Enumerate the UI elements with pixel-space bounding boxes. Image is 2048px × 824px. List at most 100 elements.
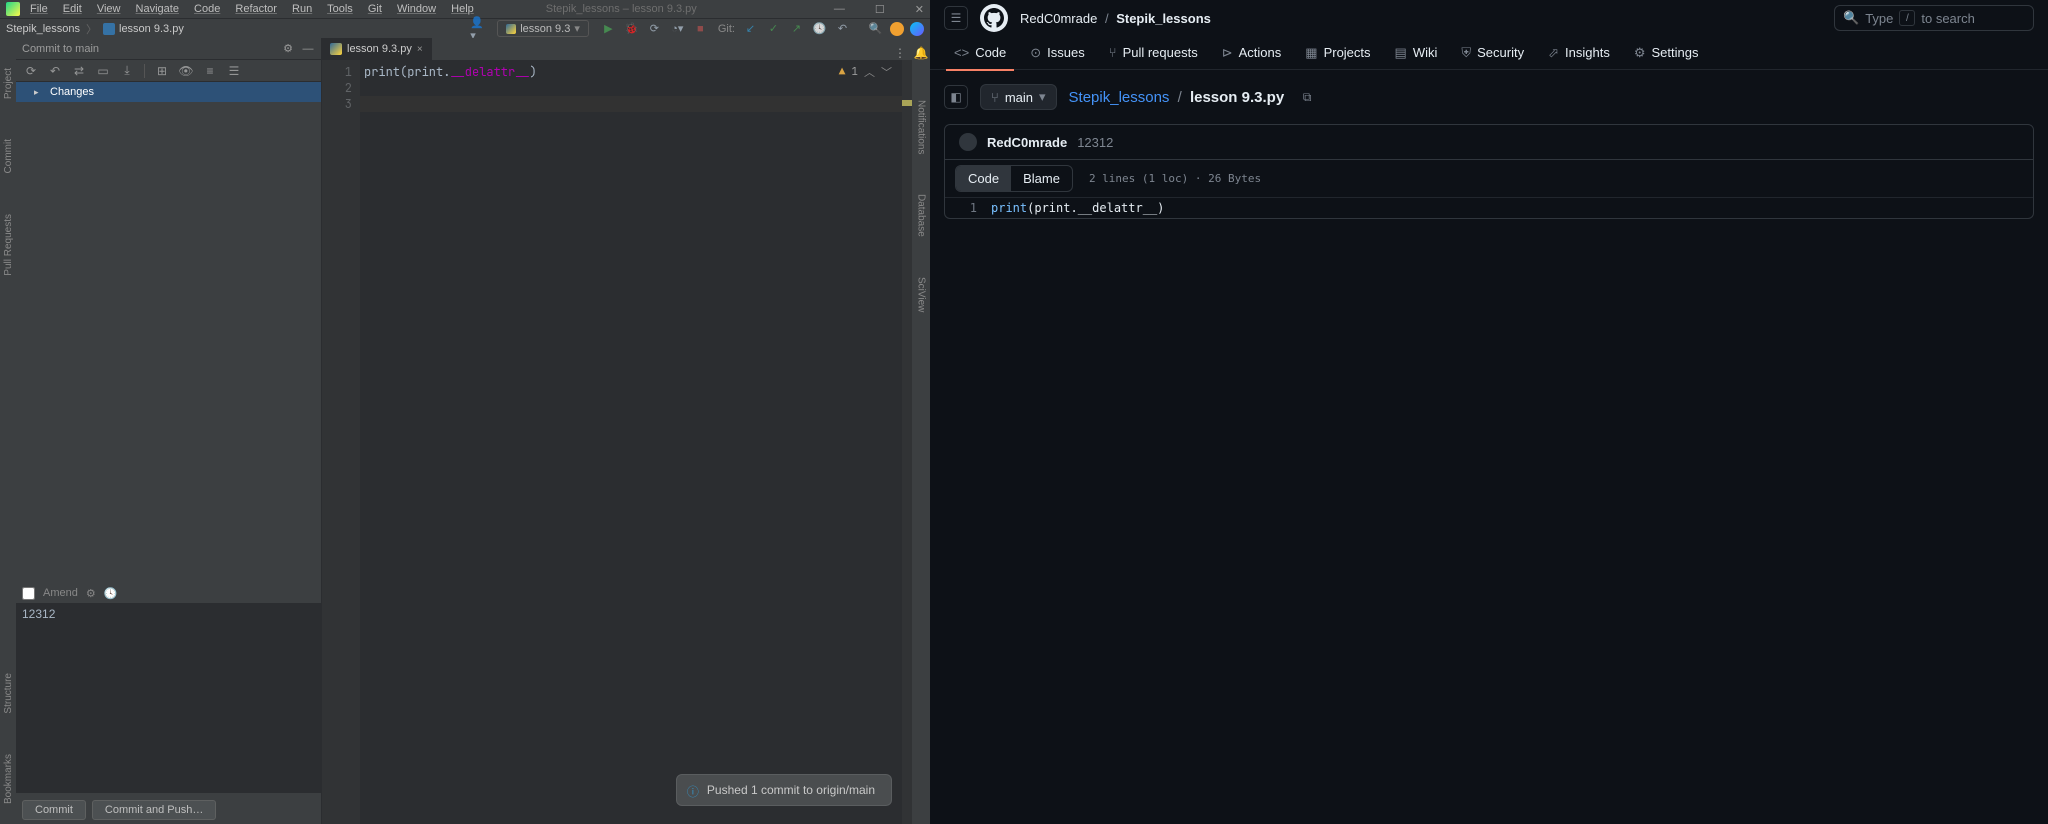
run-coverage-icon[interactable]: ⟳ [647,21,662,36]
commit-message[interactable]: 12312 [1077,135,1113,150]
changelist-icon[interactable]: ▭ [96,64,110,78]
menu-edit[interactable]: Edit [63,3,82,15]
branch-selector[interactable]: ⑂ main ▾ [980,84,1057,110]
code-with-me-icon[interactable] [910,22,924,36]
editor-tab[interactable]: lesson 9.3.py × [322,38,432,60]
commit-and-push-button[interactable]: Commit and Push… [92,800,216,820]
nav-projects[interactable]: ▦Projects [1295,36,1380,70]
gh-search-input[interactable]: 🔍 Type / to search [1834,5,2034,31]
commit-button[interactable]: Commit [22,800,86,820]
hamburger-menu-icon[interactable]: ☰ [944,6,968,30]
git-rollback-icon[interactable]: ↶ [835,21,850,36]
menu-tools[interactable]: Tools [327,3,353,15]
shield-icon: ⛨ [1461,45,1471,61]
changes-node[interactable]: Changes [16,82,321,102]
commit-author-link[interactable]: RedC0mrade [987,135,1067,150]
git-update-icon[interactable]: ↙ [743,21,758,36]
code-icon: <> [954,45,969,60]
next-highlight-icon[interactable]: ﹀ [881,64,892,80]
gh-latest-commit[interactable]: RedC0mrade 12312 [944,124,2034,160]
window-minimize-icon[interactable]: — [834,3,845,16]
nav-wiki[interactable]: ▤Wiki [1385,36,1448,70]
menu-git[interactable]: Git [368,3,382,15]
gh-path-repo-link[interactable]: Stepik_lessons [1069,89,1170,106]
group-by-icon[interactable]: ⊞ [155,64,169,78]
error-stripe[interactable] [902,60,912,824]
debug-icon[interactable]: 🐞 [624,21,639,36]
breadcrumb-project[interactable]: Stepik_lessons [6,23,80,35]
actions-icon: ⊳ [1222,45,1233,61]
commit-history-icon[interactable]: 🕓 [104,587,118,600]
stop-icon[interactable]: ■ [693,21,708,36]
commit-message-input[interactable] [16,603,321,793]
collapse-all-icon[interactable]: ☰ [227,64,241,78]
tool-database[interactable]: Database [916,194,927,237]
tool-pull-requests[interactable]: Pull Requests [3,214,14,276]
profile-icon[interactable]: ◔▾ [670,21,685,36]
notifications-bell-icon[interactable]: 🔔 [914,46,929,60]
view-options-icon[interactable]: 👁 [179,64,193,78]
gh-owner-link[interactable]: RedC0mrade [1020,11,1097,26]
nav-settings[interactable]: ⚙Settings [1624,36,1709,70]
tool-project[interactable]: Project [3,68,14,99]
pull-request-icon: ⑂ [1109,45,1117,60]
tool-bookmarks[interactable]: Bookmarks [3,754,14,804]
window-maximize-icon[interactable]: ☐ [875,3,885,16]
refresh-icon[interactable]: ⟳ [24,64,38,78]
shelve-icon[interactable]: ⤓ [120,64,134,78]
editor-content[interactable]: print(print.__delattr__) [360,60,912,824]
code-tab-button[interactable]: Code [956,166,1011,191]
add-config-icon[interactable]: 👤▾ [470,21,485,36]
inspection-widget[interactable]: ▲ 1 ︿ ﹀ [839,64,892,80]
menu-window[interactable]: Window [397,3,436,15]
ide-main-menu: File Edit View Navigate Code Refactor Ru… [30,3,486,15]
prev-highlight-icon[interactable]: ︿ [864,64,875,80]
commit-author-avatar[interactable] [959,133,977,151]
commit-settings-icon[interactable]: ⚙ [281,42,295,56]
nav-security[interactable]: ⛨Security [1451,36,1534,70]
window-close-icon[interactable]: ✕ [915,3,924,16]
account-avatar-icon[interactable] [890,22,904,36]
gh-repo-link[interactable]: Stepik_lessons [1116,11,1211,26]
blame-tab-button[interactable]: Blame [1011,166,1072,191]
commit-options-icon[interactable]: ⚙ [86,587,96,600]
tool-sciview[interactable]: SciView [916,277,927,312]
breadcrumb-file[interactable]: lesson 9.3.py [119,23,184,35]
nav-code[interactable]: <>Code [944,36,1016,70]
copy-path-icon[interactable]: ⧉ [1296,86,1318,108]
close-tab-icon[interactable]: × [417,44,423,55]
menu-navigate[interactable]: Navigate [136,3,179,15]
nav-actions[interactable]: ⊳Actions [1212,36,1292,70]
nav-pull-requests[interactable]: ⑂Pull requests [1099,36,1208,70]
tool-notifications[interactable]: Notifications [916,100,927,154]
menu-file[interactable]: File [30,3,48,15]
menu-refactor[interactable]: Refactor [235,3,277,15]
gear-icon: ⚙ [1634,45,1646,61]
tabs-more-icon[interactable]: ⋮ [894,46,906,60]
gh-path-file: lesson 9.3.py [1190,89,1284,106]
side-panel-toggle-icon[interactable]: ◧ [944,85,968,109]
notification-balloon[interactable]: Pushed 1 commit to origin/main [676,774,892,806]
menu-run[interactable]: Run [292,3,312,15]
amend-checkbox[interactable] [22,587,35,600]
diff-icon[interactable]: ⇄ [72,64,86,78]
expand-all-icon[interactable]: ≡ [203,64,217,78]
search-everywhere-icon[interactable]: 🔍 [868,21,883,36]
nav-issues[interactable]: ⊙Issues [1020,36,1094,70]
run-config-selector[interactable]: lesson 9.3 ▾ [497,20,589,37]
tool-commit[interactable]: Commit [3,139,14,173]
tool-structure[interactable]: Structure [3,673,14,714]
github-logo-icon[interactable] [980,4,1008,32]
commit-hide-icon[interactable]: — [301,42,315,56]
nav-insights[interactable]: ⬀Insights [1538,36,1620,70]
menu-help[interactable]: Help [451,3,474,15]
menu-view[interactable]: View [97,3,121,15]
menu-code[interactable]: Code [194,3,220,15]
gh-file-content[interactable]: 1 print(print.__delattr__) [945,198,2033,218]
git-commit-icon[interactable]: ✓ [766,21,781,36]
git-history-icon[interactable]: 🕓 [812,21,827,36]
run-icon[interactable]: ▶ [601,21,616,36]
git-push-icon[interactable]: ↗ [789,21,804,36]
pycharm-ide: File Edit View Navigate Code Refactor Ru… [0,0,930,824]
rollback-icon[interactable]: ↶ [48,64,62,78]
